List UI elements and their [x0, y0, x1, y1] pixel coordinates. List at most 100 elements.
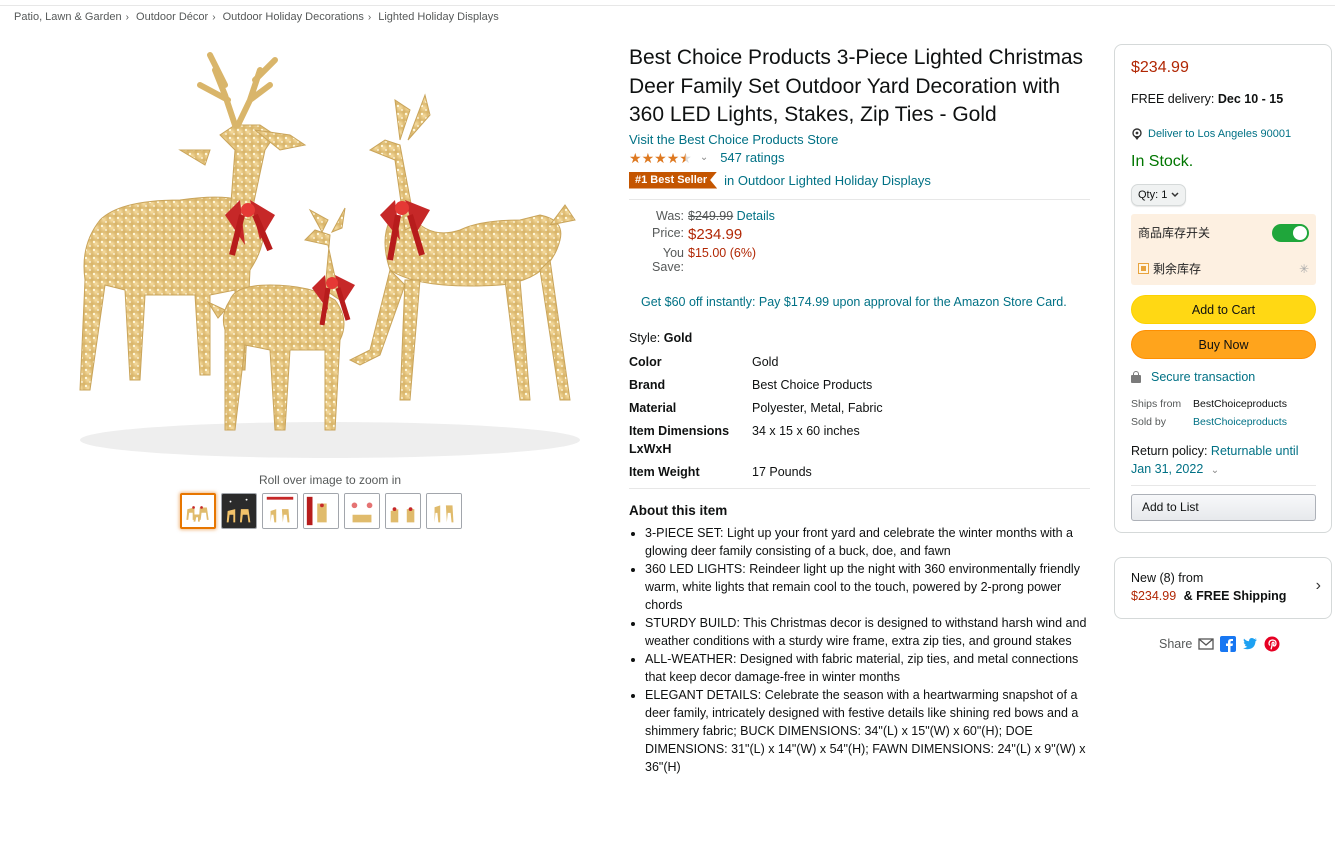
half-star-icon: ★ — [679, 149, 692, 166]
best-seller-badge: #1 Best Seller — [629, 171, 718, 189]
twitter-icon[interactable] — [1242, 636, 1258, 652]
star-icon: ★ — [654, 149, 667, 166]
sold-by-link[interactable]: BestChoiceproducts — [1193, 415, 1287, 429]
thumbnail-strip — [180, 493, 462, 529]
was-price: $249.99 — [688, 208, 734, 223]
spec-key: Brand — [629, 377, 666, 392]
delivery-dates: Dec 10 - 15 — [1217, 92, 1284, 106]
star-icon: ★ — [629, 149, 642, 166]
sold-by-label: Sold by — [1131, 416, 1167, 428]
stock-switch-toggle[interactable] — [1272, 224, 1309, 242]
best-seller-row: #1 Best Seller in Outdoor Lighted Holida… — [629, 171, 1090, 189]
chevron-down-icon[interactable]: ⌄ — [1211, 465, 1219, 476]
zoom-hint: Roll over image to zoom in — [258, 473, 402, 487]
spec-value: 34 x 15 x 60 inches — [752, 423, 860, 438]
was-label: Was: — [655, 208, 684, 223]
ships-sold-info: Ships from BestChoiceproducts Sold by Be… — [1131, 397, 1287, 429]
breadcrumb-item[interactable]: Outdoor Décor — [136, 11, 208, 23]
rating-row: ★ ★ ★ ★ ★ ⌄ 547 ratings — [629, 149, 1090, 167]
spec-key: Item Weight — [629, 464, 700, 479]
delivery-info: FREE delivery: Dec 10 - 15 — [1131, 92, 1283, 106]
divider — [629, 487, 1090, 489]
star-icon: ★ — [641, 149, 655, 166]
spec-value: Gold — [752, 354, 779, 369]
remaining-stock-label: 剩余库存 — [1153, 262, 1202, 276]
new-offers-price-row: $234.99 & FREE Shipping — [1131, 589, 1286, 603]
add-to-cart-button[interactable]: Add to Cart — [1131, 295, 1316, 324]
thumbnail[interactable] — [385, 493, 421, 529]
about-heading: About this item — [629, 502, 728, 518]
was-price-row: $249.99 Details — [688, 209, 1090, 223]
list-item: 3-PIECE SET: Light up your front yard an… — [645, 524, 1090, 560]
thumbnail[interactable] — [426, 493, 462, 529]
breadcrumb-item[interactable]: Patio, Lawn & Garden — [14, 11, 122, 23]
store-link[interactable]: Visit the Best Choice Products Store — [629, 132, 1090, 147]
spec-key: Color — [629, 354, 662, 369]
spec-value: Best Choice Products — [752, 377, 873, 392]
list-item: STURDY BUILD: This Christmas decor is de… — [645, 614, 1090, 650]
star-icon: ★ — [666, 149, 680, 166]
best-seller-category-link[interactable]: in Outdoor Lighted Holiday Displays — [724, 173, 931, 188]
style-label: Style: — [629, 330, 661, 345]
breadcrumb-item[interactable]: Lighted Holiday Displays — [378, 11, 498, 23]
deliver-to[interactable]: Deliver to Los Angeles 90001 — [1132, 128, 1291, 140]
new-offers-label: New (8) from — [1131, 571, 1204, 585]
spec-value: Polyester, Metal, Fabric — [752, 400, 883, 415]
divider — [1131, 485, 1316, 486]
star-rating[interactable]: ★ ★ ★ ★ ★ — [629, 151, 692, 165]
other-sellers-box[interactable]: New (8) from $234.99 & FREE Shipping › — [1114, 557, 1332, 619]
chevron-right-icon: › — [1315, 577, 1321, 594]
product-details: Best Choice Products 3-Piece Lighted Chr… — [629, 44, 1090, 776]
return-policy: Return policy: Returnable until Jan 31, … — [1131, 442, 1316, 480]
remaining-stock-row: 剩余库存 — [1138, 260, 1201, 277]
product-main-image[interactable] — [60, 40, 600, 470]
ratings-count-link[interactable]: 547 ratings — [720, 150, 784, 165]
share-row: Share — [1159, 636, 1280, 652]
stock-switch-label: 商品库存开关 — [1138, 226, 1211, 240]
chevron-down-icon — [1171, 192, 1179, 198]
box-icon — [1138, 263, 1149, 274]
pinterest-icon[interactable] — [1264, 636, 1280, 652]
price-label: Price: — [652, 225, 684, 240]
spec-key: Material — [629, 400, 677, 415]
deliver-to-link[interactable]: Deliver to Los Angeles 90001 — [1148, 128, 1291, 140]
quantity-select[interactable]: Qty: 1 — [1131, 184, 1187, 206]
save-label: You Save: — [652, 245, 684, 274]
extension-panel: 商品库存开关 剩余库存 ✳ — [1131, 214, 1316, 285]
style-value: Gold — [663, 330, 693, 345]
spec-key: Item Dimensions LxWxH — [629, 423, 730, 456]
top-divider — [0, 5, 1335, 6]
thumbnail[interactable] — [221, 493, 257, 529]
thumbnail[interactable] — [303, 493, 339, 529]
buy-box: $234.99 FREE delivery: Dec 10 - 15 Deliv… — [1114, 44, 1332, 533]
new-offers-price: $234.99 — [1131, 589, 1177, 603]
location-pin-icon — [1132, 128, 1142, 140]
list-item: ELEGANT DETAILS: Celebrate the season wi… — [645, 686, 1090, 776]
list-item: 360 LED LIGHTS: Reindeer light up the ni… — [645, 560, 1090, 614]
list-item: ALL-WEATHER: Designed with fabric materi… — [645, 650, 1090, 686]
thumbnail[interactable] — [180, 493, 216, 529]
product-title: Best Choice Products 3-Piece Lighted Chr… — [629, 46, 1084, 126]
buy-now-button[interactable]: Buy Now — [1131, 330, 1316, 359]
delivery-prefix: FREE delivery: — [1131, 92, 1215, 106]
thumbnail[interactable] — [262, 493, 298, 529]
secure-transaction-link[interactable]: Secure transaction — [1151, 370, 1255, 384]
lock-icon — [1131, 371, 1141, 383]
chevron-down-icon[interactable]: ⌄ — [700, 152, 708, 163]
email-icon[interactable] — [1198, 636, 1215, 652]
secure-transaction[interactable]: Secure transaction — [1131, 370, 1255, 384]
details-link[interactable]: Details — [737, 209, 775, 223]
about-bullets: 3-PIECE SET: Light up your front yard an… — [629, 524, 1090, 776]
divider — [629, 198, 1090, 200]
thumbnail[interactable] — [344, 493, 380, 529]
loading-spinner-icon: ✳ — [1298, 262, 1309, 276]
current-price: $234.99 — [688, 225, 743, 243]
store-card-promo[interactable]: Get $60 off instantly: Pay $174.99 upon … — [641, 293, 1090, 311]
ships-from-value: BestChoiceproducts — [1193, 398, 1287, 410]
ships-from-label: Ships from — [1131, 398, 1182, 410]
share-label: Share — [1159, 637, 1193, 651]
add-to-list-button[interactable]: Add to List — [1131, 494, 1316, 521]
spec-value: 17 Pounds — [752, 464, 812, 479]
breadcrumb-item[interactable]: Outdoor Holiday Decorations — [223, 11, 364, 23]
facebook-icon[interactable] — [1220, 636, 1237, 652]
